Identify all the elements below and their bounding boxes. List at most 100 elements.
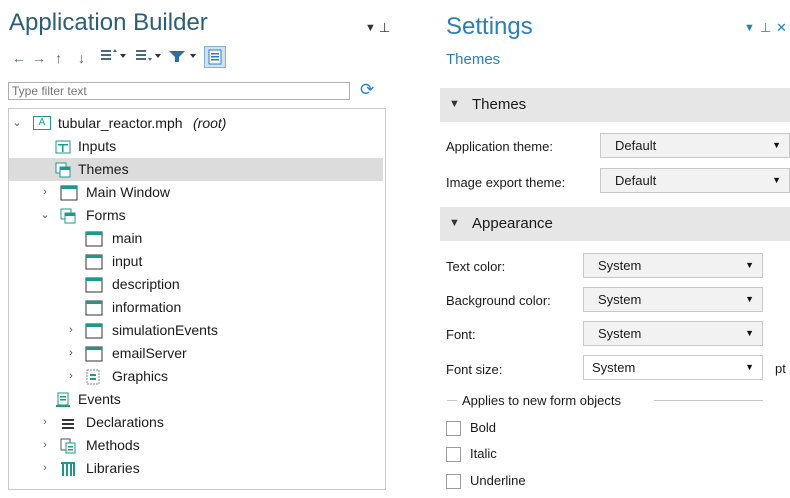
tree-item-libraries[interactable]: › Libraries <box>9 457 383 480</box>
tree-item-themes[interactable]: Themes <box>9 158 383 181</box>
chevron-right-icon[interactable]: › <box>39 457 51 480</box>
select-value: System <box>592 360 636 375</box>
collapse-triangle-icon: ▼ <box>449 217 460 229</box>
group-title: Applies to new form objects <box>462 393 621 408</box>
tree-item-form-main[interactable]: main <box>9 227 383 250</box>
chevron-right-icon[interactable]: › <box>39 411 51 434</box>
tree-item-label: Inputs <box>78 138 117 154</box>
font-label: Font: <box>446 327 476 342</box>
bold-checkbox[interactable] <box>446 421 461 436</box>
tree-item-suffix: (root) <box>193 115 227 131</box>
underline-label: Underline <box>470 473 526 488</box>
tree-item-main-window[interactable]: › Main Window <box>9 181 383 204</box>
underline-checkbox[interactable] <box>446 474 461 489</box>
application-builder-title: Application Builder <box>9 9 208 36</box>
settings-close-icon[interactable]: ✕ <box>776 20 787 36</box>
filter-input[interactable] <box>8 82 350 100</box>
tree-item-label: Main Window <box>86 184 171 200</box>
tree-item-form-simulation-events[interactable]: › simulationEvents <box>9 319 383 342</box>
select-value: Default <box>615 138 657 153</box>
form-icon <box>85 231 103 247</box>
themes-icon <box>55 162 71 178</box>
tree-item-form-email-server[interactable]: › emailServer <box>9 342 383 365</box>
select-value: System <box>598 292 642 307</box>
collapse-sections-icon[interactable] <box>135 48 161 68</box>
chevron-right-icon[interactable]: › <box>39 181 51 204</box>
forms-icon <box>60 208 76 224</box>
application-theme-select[interactable]: Default ▼ <box>600 133 790 158</box>
tree-item-label: Libraries <box>86 460 140 476</box>
appearance-section-header[interactable]: ▼ Appearance <box>440 207 790 241</box>
pin-icon[interactable]: ⊥ <box>379 20 390 36</box>
app-icon: A <box>33 116 51 130</box>
tree-item-declarations[interactable]: › Declarations <box>9 411 383 434</box>
settings-menu-chevron-icon[interactable]: ▼ <box>744 22 755 34</box>
show-filter-icon[interactable] <box>168 48 200 68</box>
tree-item-graphics[interactable]: › Graphics <box>9 365 383 388</box>
back-arrow-icon[interactable]: ← <box>12 48 26 68</box>
dropdown-arrow-icon: ▼ <box>772 140 781 150</box>
tree-item-forms[interactable]: ⌄ Forms <box>9 204 383 227</box>
select-value: System <box>598 326 642 341</box>
pane-menu-chevron-icon[interactable]: ▼ <box>365 22 376 34</box>
dropdown-arrow-icon: ▼ <box>745 294 754 304</box>
bold-label: Bold <box>470 420 497 435</box>
font-size-label: Font size: <box>446 362 503 377</box>
tree-item-label: Themes <box>78 161 129 177</box>
refresh-icon[interactable]: ⟳ <box>360 80 380 100</box>
italic-checkbox[interactable] <box>446 447 461 462</box>
move-up-icon[interactable]: ↑ <box>55 48 62 68</box>
text-color-select[interactable]: System ▼ <box>583 253 763 278</box>
font-size-combo[interactable]: System ▼ <box>583 355 763 380</box>
image-export-theme-label: Image export theme: <box>446 175 566 190</box>
font-select[interactable]: System ▼ <box>583 321 763 346</box>
tree-item-label: simulationEvents <box>112 322 218 338</box>
tree-item-form-information[interactable]: information <box>9 296 383 319</box>
chevron-right-icon[interactable]: › <box>65 342 77 365</box>
form-icon <box>85 323 103 339</box>
image-export-theme-select[interactable]: Default ▼ <box>600 168 790 193</box>
text-color-label: Text color: <box>446 259 506 274</box>
forward-arrow-icon[interactable]: → <box>32 48 46 68</box>
expand-sections-icon[interactable] <box>100 48 126 68</box>
group-divider-left <box>447 400 457 401</box>
settings-title: Settings <box>446 13 533 40</box>
methods-icon <box>60 438 76 454</box>
tree-item-events[interactable]: Events <box>9 388 383 411</box>
tree-view-toggle-icon[interactable] <box>204 46 226 68</box>
background-color-select[interactable]: System ▼ <box>583 287 763 312</box>
dropdown-arrow-icon: ▼ <box>745 328 754 338</box>
declarations-icon <box>60 415 76 431</box>
section-title: Themes <box>472 96 527 113</box>
tree-item-methods[interactable]: › Methods <box>9 434 383 457</box>
chevron-down-icon[interactable]: ⌄ <box>11 112 23 135</box>
dropdown-arrow-icon: ▼ <box>772 175 781 185</box>
settings-subtitle: Themes <box>446 51 501 68</box>
tree-item-label: information <box>112 299 182 315</box>
move-down-icon[interactable]: ↓ <box>78 48 85 68</box>
tree-item-form-input[interactable]: input <box>9 250 383 273</box>
tree-item-label: Graphics <box>112 368 169 384</box>
form-icon <box>85 277 103 293</box>
chevron-right-icon[interactable]: › <box>65 365 77 388</box>
tree-item-label: Forms <box>86 207 126 223</box>
form-icon <box>85 346 103 362</box>
chevron-down-icon[interactable]: ⌄ <box>39 204 51 227</box>
chevron-right-icon[interactable]: › <box>39 434 51 457</box>
tree-item-label: input <box>112 253 143 269</box>
italic-label: Italic <box>470 446 497 461</box>
window-icon <box>60 185 78 201</box>
tree-item-form-description[interactable]: description <box>9 273 383 296</box>
group-divider-right <box>654 400 763 401</box>
chevron-right-icon[interactable]: › <box>65 319 77 342</box>
inputs-icon <box>55 139 71 155</box>
tree-item-label: description <box>112 276 180 292</box>
form-icon <box>85 254 103 270</box>
dropdown-arrow-icon: ▼ <box>745 260 754 270</box>
tree-item-inputs[interactable]: Inputs <box>9 135 383 158</box>
themes-section-header[interactable]: ▼ Themes <box>440 88 790 122</box>
tree-item-label: main <box>112 230 143 246</box>
tree-item-label: emailServer <box>112 345 187 361</box>
settings-pin-icon[interactable]: ⊥ <box>760 20 771 36</box>
tree-item-root[interactable]: ⌄ A tubular_reactor.mph (root) <box>9 112 383 135</box>
